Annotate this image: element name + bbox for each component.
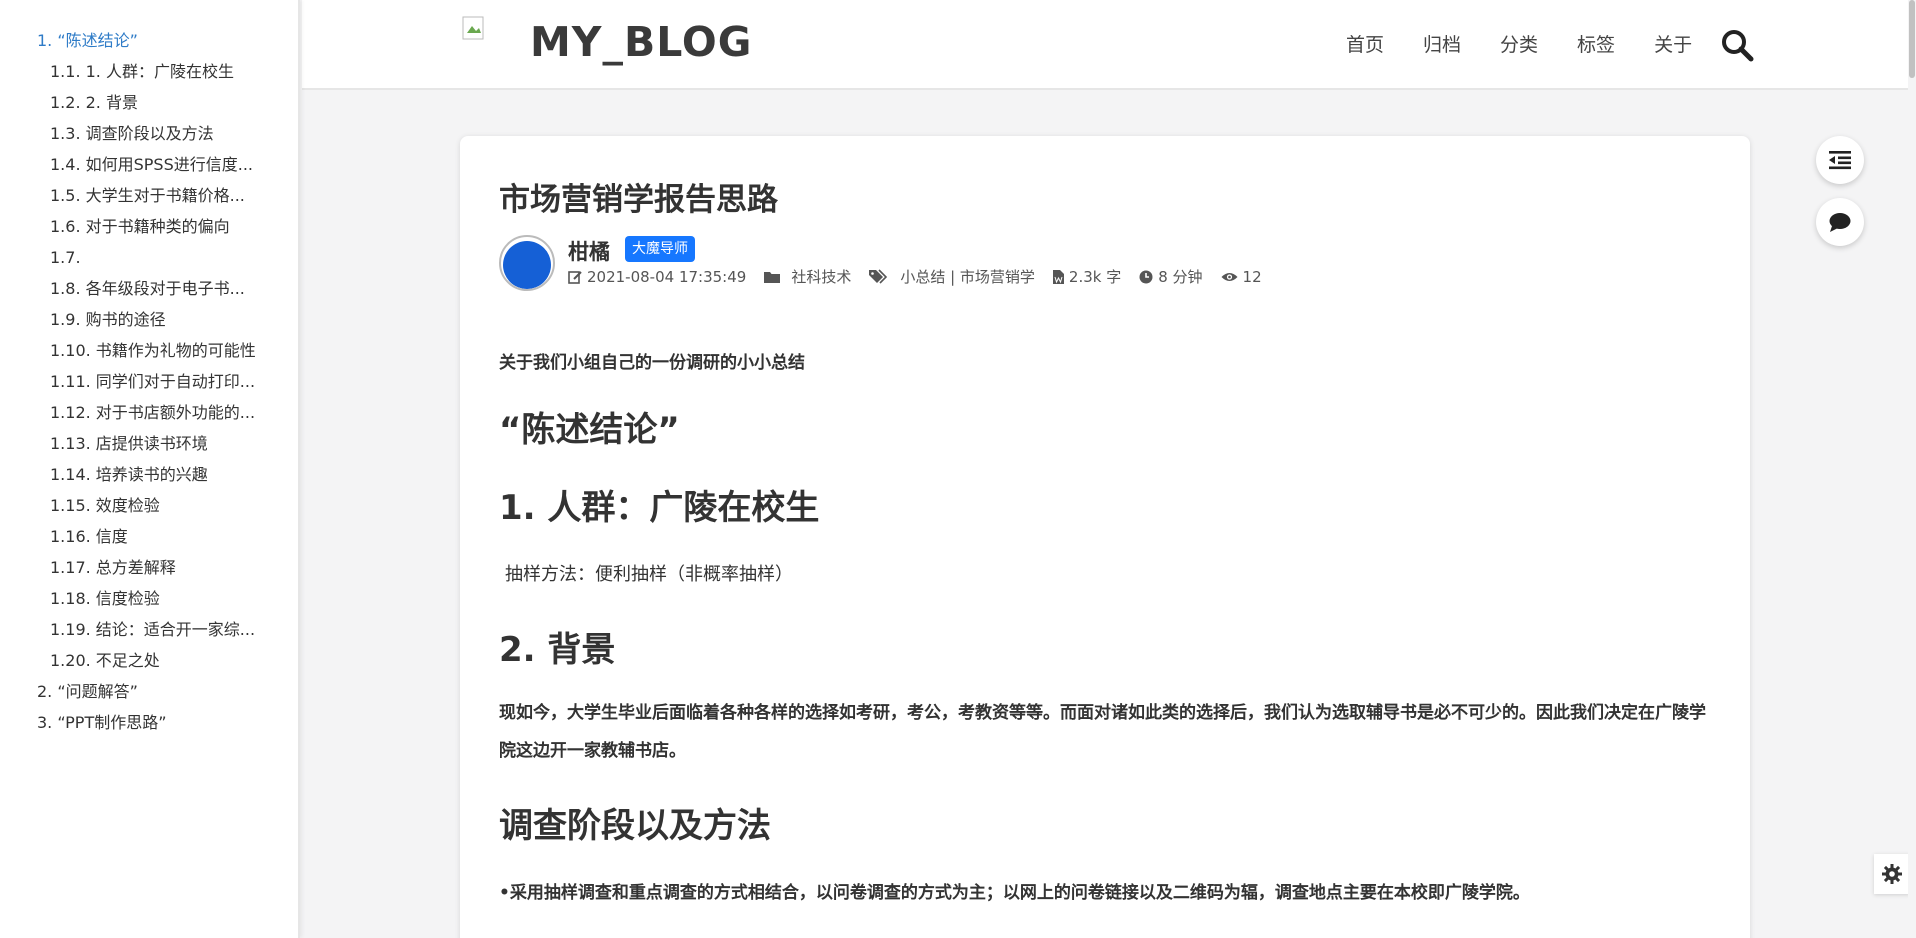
toc-item[interactable]: 1.17. 总方差解释 [0, 555, 298, 586]
main-nav: 首页 归档 分类 标签 关于 [1346, 30, 1731, 57]
meta-category[interactable]: 社科技术 [764, 266, 851, 287]
post-category[interactable]: 社科技术 [791, 266, 851, 287]
eye-icon [1221, 272, 1238, 281]
toc-sidebar: 1. “陈述结论” 1.1. 1. 人群：广陵在校生 1.2. 2. 背景 1.3. … [0, 0, 300, 938]
post-title: 市场营销学报告思路 [499, 182, 778, 218]
toc-item[interactable]: 1.6. 对于书籍种类的偏向 [0, 214, 298, 245]
toc-item[interactable]: 1.15. 效度检验 [0, 493, 298, 524]
indent-list-icon [1829, 151, 1851, 170]
toc-item[interactable]: 1.10. 书籍作为礼物的可能性 [0, 338, 298, 369]
method-paragraph: •采用抽样调查和重点调查的方式相结合，以问卷调查的方式为主；以网上的问卷链接以及… [499, 883, 1530, 903]
sampling-method: 抽样方法：便利抽样（非概率抽样） [505, 564, 793, 585]
nav-about[interactable]: 关于 [1654, 30, 1692, 57]
site-header: MY_BLOG 首页 归档 分类 标签 关于 [302, 0, 1916, 90]
comment-button[interactable] [1816, 198, 1864, 246]
page-scrollbar[interactable] [1908, 0, 1916, 938]
word-count: 2.3k 字 [1068, 268, 1122, 286]
post-card: 市场营销学报告思路 柑橘 大魔导师 2021-08-04 17:35:49 社科… [460, 136, 1750, 938]
avatar-image [503, 241, 551, 289]
toc-item[interactable]: 1.19. 结论：适合开一家综... [0, 617, 298, 648]
toc-item[interactable]: 1.1. 1. 人群：广陵在校生 [0, 59, 298, 90]
toc-item[interactable]: 3. “PPT制作思路” [0, 710, 298, 741]
toc-item[interactable]: 1.3. 调查阶段以及方法 [0, 121, 298, 152]
edit-icon [568, 270, 582, 284]
heading-method: 调查阶段以及方法 [499, 806, 771, 846]
meta-views: 12 [1221, 268, 1262, 286]
read-time: 8 分钟 [1158, 268, 1203, 286]
toc-item[interactable]: 1.12. 对于书店额外功能的... [0, 400, 298, 431]
nav-home[interactable]: 首页 [1346, 30, 1384, 57]
toc-item[interactable]: 1.11. 同学们对于自动打印... [0, 369, 298, 400]
toc-item[interactable]: 1.8. 各年级段对于电子书... [0, 276, 298, 307]
toc-item[interactable]: 1.2. 2. 背景 [0, 90, 298, 121]
post-tags[interactable]: 小总结 | 市场营销学 [900, 266, 1035, 287]
toc-item[interactable]: 1.9. 购书的途径 [0, 307, 298, 338]
toc-item[interactable]: 2. “问题解答” [0, 679, 298, 710]
toc-item[interactable]: 1.5. 大学生对于书籍价格... [0, 183, 298, 214]
post-intro: 关于我们小组自己的一份调研的小小总结 [499, 353, 805, 373]
meta-read-time: 8 分钟 [1139, 266, 1203, 287]
toc-item[interactable]: 1.4. 如何用SPSS进行信度... [0, 152, 298, 183]
toc-item[interactable]: 1.14. 培养读书的兴趣 [0, 462, 298, 493]
post-date: 2021-08-04 17:35:49 [587, 267, 747, 286]
toc-item[interactable]: 1.18. 信度检验 [0, 586, 298, 617]
view-count: 12 [1242, 267, 1262, 286]
search-icon[interactable] [1720, 28, 1754, 62]
folder-icon [764, 272, 781, 283]
file-word-icon [1052, 269, 1064, 284]
site-title[interactable]: MY_BLOG [530, 18, 752, 66]
heading-conclusion: “陈述结论” [499, 410, 680, 450]
heading-background: 2. 背景 [499, 630, 616, 670]
toc-item[interactable]: 1. “陈述结论” [0, 28, 298, 59]
toc-item[interactable]: 1.20. 不足之处 [0, 648, 298, 679]
toc-item[interactable]: 1.13. 店提供读书环境 [0, 431, 298, 462]
heading-crowd: 1. 人群：广陵在校生 [499, 488, 820, 528]
toc-toggle-float-button[interactable] [1816, 136, 1864, 184]
nav-categories[interactable]: 分类 [1500, 30, 1538, 57]
nav-archive[interactable]: 归档 [1423, 30, 1461, 57]
toc-item[interactable]: 1.16. 信度 [0, 524, 298, 555]
comment-icon [1829, 213, 1851, 232]
tags-icon [869, 269, 888, 284]
meta-word-count: 2.3k 字 [1052, 266, 1122, 287]
meta-date: 2021-08-04 17:35:49 [568, 268, 746, 286]
broken-image-icon [462, 16, 484, 40]
author-name[interactable]: 柑橘 [568, 236, 610, 266]
gear-icon [1882, 864, 1902, 884]
post-meta: 2021-08-04 17:35:49 社科技术 小总结 | 市场营销学 2.3… [568, 266, 1280, 287]
clock-icon [1139, 270, 1153, 283]
nav-tags[interactable]: 标签 [1577, 30, 1615, 57]
author-badge: 大魔导师 [625, 236, 695, 262]
toc-item[interactable]: 1.7. [0, 245, 298, 276]
settings-button[interactable] [1874, 854, 1910, 894]
scrollbar-thumb[interactable] [1909, 0, 1915, 78]
avatar[interactable] [499, 235, 555, 291]
background-paragraph: 现如今，大学生毕业后面临着各种各样的选择如考研，考公，考教资等等。而面对诸如此类… [499, 703, 1706, 761]
meta-tags[interactable]: 小总结 | 市场营销学 [869, 266, 1035, 287]
